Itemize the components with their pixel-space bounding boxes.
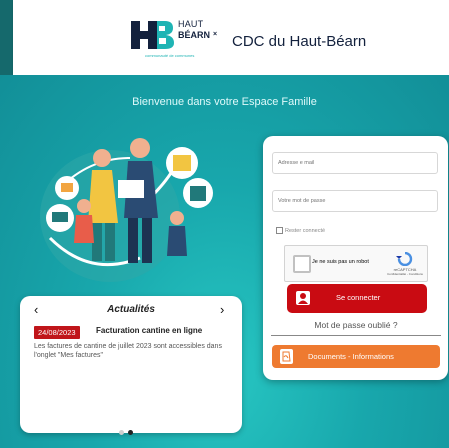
welcome-text: Bienvenue dans votre Espace Famille [132,96,317,108]
user-icon [296,291,310,305]
remember-label: Rester connecté [285,227,326,234]
divider [271,335,441,336]
carousel-dots [119,422,137,440]
haut-bearn-logo-icon [131,21,174,49]
forgot-password-link[interactable]: Mot de passe oublié ? [271,320,441,330]
password-field[interactable] [272,190,438,212]
documents-button-label: Documents - Informations [308,352,394,361]
documents-button[interactable]: Documents - Informations [272,345,440,368]
login-button[interactable]: Se connecter [287,284,427,313]
recaptcha-links[interactable]: Confidentialité - Conditions [385,272,425,276]
recaptcha-checkbox[interactable] [293,255,311,273]
recaptcha-widget: Je ne suis pas un robot reCAPTCHA Confid… [284,245,428,282]
news-date-badge: 24/08/2023 [34,326,80,339]
news-headline[interactable]: Facturation cantine en ligne [96,326,202,335]
remember-me[interactable]: Rester connecté [276,227,325,234]
header: HAUT BÉARN × communauté de communes CDC … [13,0,449,75]
logo[interactable]: HAUT BÉARN × communauté de communes [131,18,231,62]
family-illustration-icon [40,138,213,282]
carousel-dot-active[interactable] [128,430,133,435]
logo-text-bearn: BÉARN [178,30,211,40]
recaptcha-icon [396,252,413,266]
news-next-button[interactable]: › [220,302,224,317]
login-card: Rester connecté Je ne suis pas un robot … [263,136,448,380]
remember-checkbox[interactable] [276,227,283,234]
email-field[interactable] [272,152,438,174]
header-left-strip [0,0,13,75]
login-button-label: Se connecter [336,293,381,302]
app-title: CDC du Haut-Béarn [232,33,367,50]
logo-subtitle: communauté de communes [145,53,195,58]
news-title: Actualités [107,304,155,315]
news-body: Les factures de cantine de juillet 2023 … [34,343,222,359]
carousel-dot[interactable] [119,430,124,435]
recaptcha-label: Je ne suis pas un robot [312,259,369,265]
news-card: ‹ Actualités › 24/08/2023 Facturation ca… [20,296,242,435]
logo-mark: × [213,31,218,38]
pdf-document-icon [280,349,293,364]
logo-text-haut: HAUT [178,19,204,29]
